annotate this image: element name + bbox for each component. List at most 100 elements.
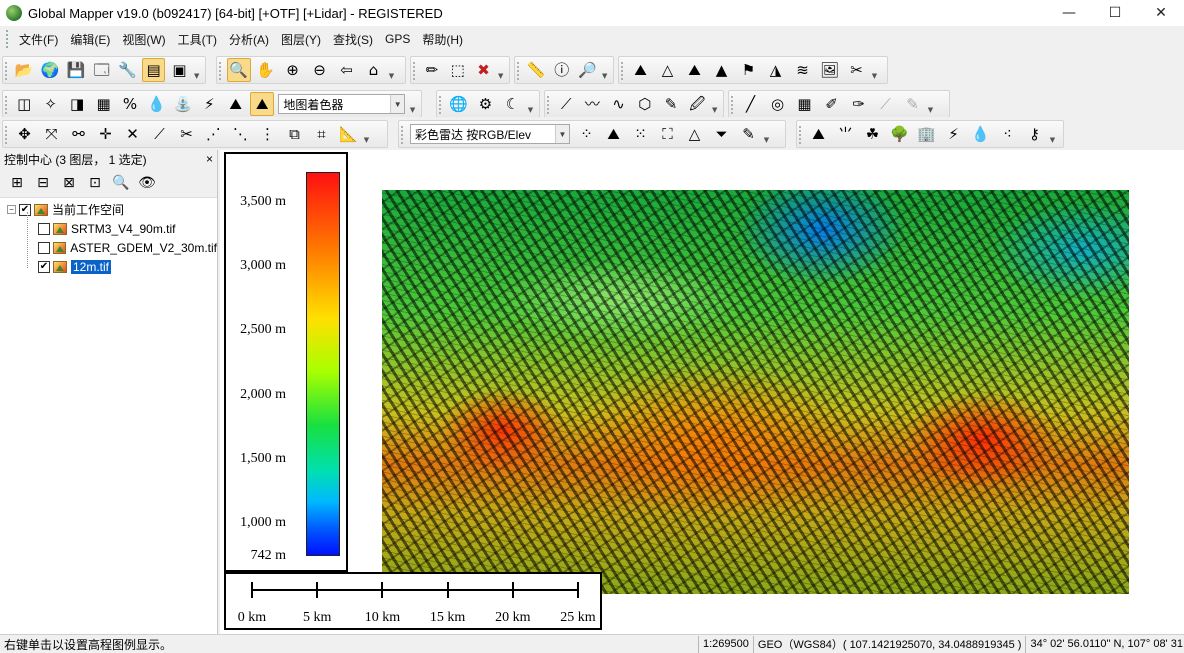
workspace-icon[interactable]: 🗔 xyxy=(90,58,113,82)
join-icon[interactable]: ⋰ xyxy=(202,122,226,146)
draw-line-icon[interactable]: ⟋ xyxy=(555,92,578,116)
menu-search[interactable]: 查找(S) xyxy=(327,31,379,48)
edit-shape-icon[interactable]: ✑ xyxy=(847,92,871,116)
menu-layer[interactable]: 图层(Y) xyxy=(275,31,327,48)
close-button[interactable]: ✕ xyxy=(1138,0,1184,26)
toolbar-dropdown-icon[interactable]: ▼ xyxy=(710,92,719,116)
menu-file[interactable]: 文件(F) xyxy=(13,31,64,48)
moon-icon[interactable]: ☾ xyxy=(501,92,525,116)
reshape-icon[interactable]: ⋱ xyxy=(229,122,253,146)
ruler-tool-icon[interactable]: 📐 xyxy=(337,122,361,146)
terrain-profile-icon[interactable]: ⛰ xyxy=(683,58,707,82)
remove-layer-icon[interactable]: ⊠ xyxy=(58,172,80,194)
water-drop-icon[interactable]: ⛲ xyxy=(171,92,194,116)
crop-icon[interactable]: ⌗ xyxy=(310,122,334,146)
volume-icon[interactable]: ◮ xyxy=(764,58,788,82)
save-icon[interactable]: 💾 xyxy=(64,58,87,82)
draw-area-icon[interactable]: ⬡ xyxy=(633,92,656,116)
split-icon[interactable]: ✕ xyxy=(121,122,145,146)
water-level-icon[interactable]: 💧 xyxy=(145,92,168,116)
water-class-icon[interactable]: 💧 xyxy=(969,122,993,146)
slope-percent-icon[interactable]: % xyxy=(118,92,141,116)
key-icon[interactable]: ⚷ xyxy=(1023,122,1047,146)
menu-edit[interactable]: 编辑(E) xyxy=(64,31,116,48)
layer-options-icon[interactable]: ⊟ xyxy=(32,172,54,194)
toolbar-dropdown-icon[interactable]: ▼ xyxy=(192,58,201,82)
toolbar-dropdown-icon[interactable]: ▼ xyxy=(362,122,371,146)
layer-item[interactable]: ASTER_GDEM_V2_30m.tif xyxy=(0,238,217,257)
menu-view[interactable]: 视图(W) xyxy=(116,31,171,48)
peaks-icon[interactable]: ⛰ xyxy=(224,92,247,116)
flag-icon[interactable]: ⚑ xyxy=(737,58,761,82)
info-icon[interactable]: ⓘ xyxy=(550,58,573,82)
edit-vertex-icon[interactable]: ✐ xyxy=(820,92,844,116)
tools-x-icon[interactable]: ✂ xyxy=(845,58,869,82)
gear-icon[interactable]: ⚙ xyxy=(474,92,498,116)
menu-analysis[interactable]: 分析(A) xyxy=(223,31,275,48)
draw-polyline-icon[interactable]: 〰 xyxy=(581,92,604,116)
toolbar-dropdown-icon[interactable]: ▼ xyxy=(526,92,535,116)
disabled-edit-icon[interactable]: ✎ xyxy=(901,92,925,116)
back-arrow-icon[interactable]: ⇦ xyxy=(335,58,359,82)
contour-icon[interactable]: ≋ xyxy=(791,58,815,82)
menu-help[interactable]: 帮助(H) xyxy=(416,31,469,48)
menu-tools[interactable]: 工具(T) xyxy=(172,31,223,48)
split-area-icon[interactable]: ⋮ xyxy=(256,122,280,146)
triangle-icon[interactable]: △ xyxy=(683,122,707,146)
ground-class-icon[interactable]: ⛰ xyxy=(807,122,831,146)
layout-icon[interactable]: ◫ xyxy=(13,92,36,116)
cut-line-icon[interactable]: ✂ xyxy=(175,122,199,146)
toolbar-dropdown-icon[interactable]: ▼ xyxy=(600,58,609,82)
draw-curve-icon[interactable]: ∿ xyxy=(607,92,630,116)
node-edit-icon[interactable]: ⚯ xyxy=(67,122,91,146)
building-class-icon[interactable]: 🏢 xyxy=(915,122,939,146)
line-segment-icon[interactable]: ⟋ xyxy=(148,122,172,146)
toolbar-dropdown-icon[interactable]: ▼ xyxy=(408,92,417,116)
workspace-node[interactable]: − ✔ 当前工作空间 xyxy=(0,200,217,219)
workspace-checkbox[interactable]: ✔ xyxy=(19,203,31,216)
layer-checkbox[interactable] xyxy=(38,222,50,235)
collapse-icon[interactable]: − xyxy=(7,205,16,214)
panel-close-icon[interactable]: × xyxy=(206,152,213,166)
image-icon[interactable]: 🖼 xyxy=(818,58,842,82)
terrain-green-icon[interactable]: △ xyxy=(656,58,680,82)
layer-item[interactable]: SRTM3_V4_90m.tif xyxy=(0,219,217,238)
color-mode-select[interactable]: 彩色雷达 按RGB/Elev ▼ xyxy=(410,124,570,144)
hillshade-icon[interactable]: ⛰ xyxy=(250,92,274,116)
grid-line-icon[interactable]: ▦ xyxy=(793,92,817,116)
minimize-button[interactable]: — xyxy=(1046,0,1092,26)
chevron-down-icon[interactable]: ▼ xyxy=(390,95,405,113)
map-view[interactable]: 3,500 m 3,000 m 2,500 m 2,000 m 1,500 m 1,000… xyxy=(220,150,1184,634)
pan-hand-icon[interactable]: ✋ xyxy=(254,58,278,82)
light-direction-icon[interactable]: ✧ xyxy=(39,92,62,116)
lidar-edit-icon[interactable]: ✎ xyxy=(737,122,761,146)
toolbar-dropdown-icon[interactable]: ▼ xyxy=(762,122,771,146)
toolbar-dropdown-icon[interactable]: ▼ xyxy=(926,92,935,116)
maximize-button[interactable]: ☐ xyxy=(1092,0,1138,26)
overview-icon[interactable]: ▣ xyxy=(168,58,191,82)
draw-text-icon[interactable]: 🖉 xyxy=(686,92,709,116)
select-area-icon[interactable]: ⬚ xyxy=(446,58,469,82)
disabled-draw-icon[interactable]: ⟋ xyxy=(874,92,898,116)
move-vertex-icon[interactable]: ✛ xyxy=(94,122,118,146)
globe-web-icon[interactable]: 🌐 xyxy=(447,92,471,116)
toolbar-dropdown-icon[interactable]: ▼ xyxy=(1048,122,1057,146)
elevation-legend[interactable]: 3,500 m 3,000 m 2,500 m 2,000 m 1,500 m 1,000… xyxy=(224,152,348,572)
eye-icon[interactable]: 👁 xyxy=(136,172,158,194)
measure-line-icon[interactable]: ╱ xyxy=(739,92,763,116)
tree-class-icon[interactable]: 🌳 xyxy=(888,122,912,146)
draw-point-icon[interactable]: ✎ xyxy=(659,92,682,116)
toolbar-dropdown-icon[interactable]: ▼ xyxy=(387,58,396,82)
funnel-icon[interactable]: ⏷ xyxy=(710,122,734,146)
view-3d-icon[interactable]: ▦ xyxy=(92,92,115,116)
wrench-icon[interactable]: 🔧 xyxy=(116,58,139,82)
open-folder-icon[interactable]: 📂 xyxy=(13,58,36,82)
view-shed-icon[interactable]: ▲ xyxy=(710,58,734,82)
terrain-class-icon[interactable]: ⛰ xyxy=(602,122,626,146)
point-cloud-icon[interactable]: ⁘ xyxy=(575,122,599,146)
move-icon[interactable]: ✥ xyxy=(13,122,37,146)
tower-icon[interactable]: ⚡ xyxy=(198,92,221,116)
control-center-icon[interactable]: ▤ xyxy=(142,58,166,82)
chevron-down-icon[interactable]: ▼ xyxy=(555,125,569,143)
grass-class-icon[interactable]: ⺌ xyxy=(834,122,858,146)
